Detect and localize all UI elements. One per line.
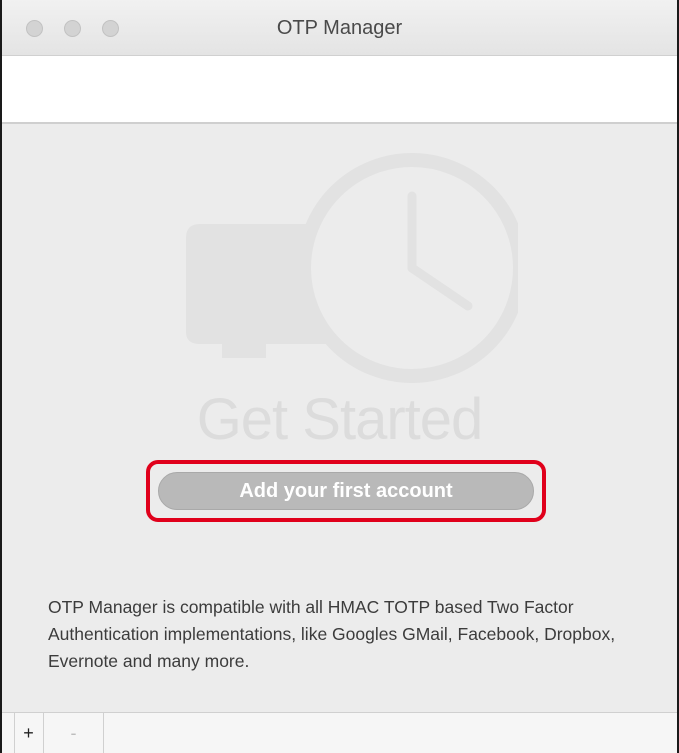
window-title: OTP Manager <box>276 17 403 39</box>
app-window: OTP Manager Get Started Add your first a… <box>0 0 679 753</box>
bottom-bar: + - <box>2 712 677 753</box>
add-first-account-button[interactable]: Add your first account <box>158 472 534 510</box>
get-started-heading: Get Started <box>196 387 484 452</box>
empty-state-panel: Get Started Add your first account OTP M… <box>2 124 677 712</box>
add-account-button[interactable]: + <box>14 713 44 753</box>
compatibility-info-text: OTP Manager is compatible with all HMAC … <box>48 597 616 671</box>
title-bar: OTP Manager <box>2 0 677 56</box>
remove-account-button[interactable]: - <box>44 713 104 753</box>
toolbar-area <box>2 56 677 124</box>
highlight-box: Add your first account <box>146 460 546 522</box>
